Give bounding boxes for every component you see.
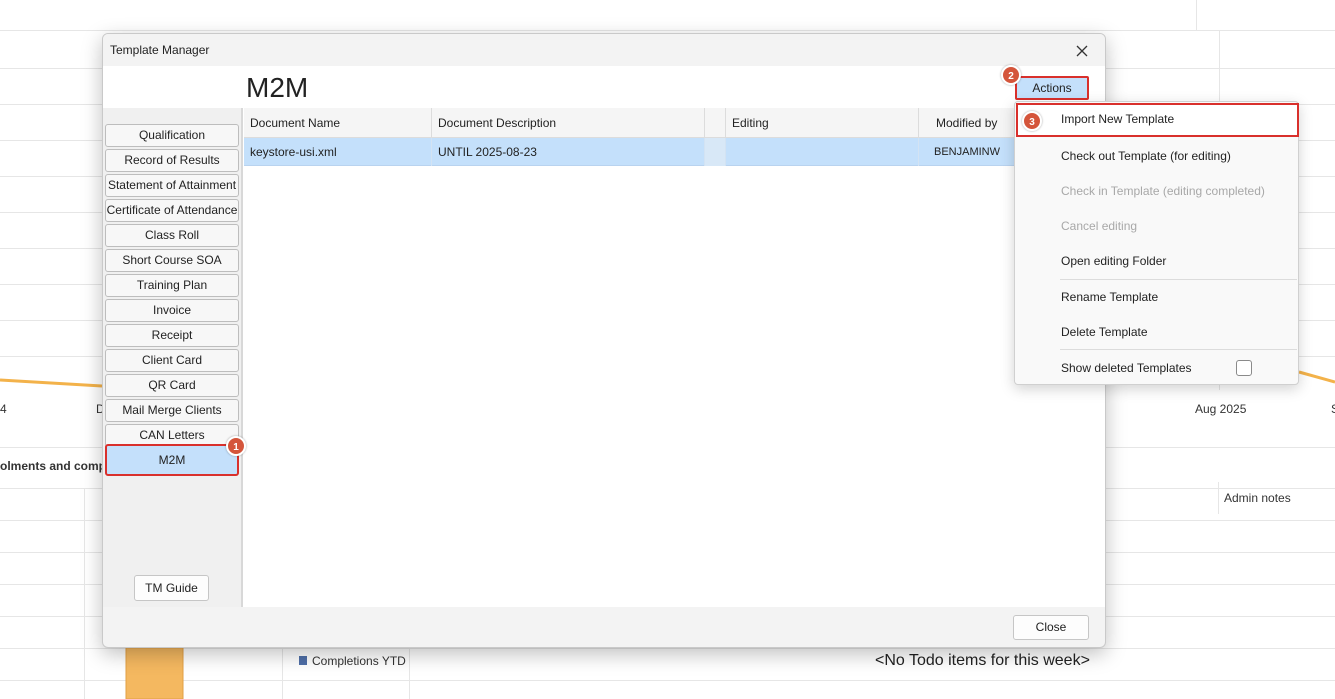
- menu-cancel-editing[interactable]: Cancel editing: [1016, 210, 1299, 242]
- category-m2m[interactable]: M2M: [105, 444, 239, 476]
- legend-completions: Completions YTD: [312, 654, 406, 668]
- category-invoice[interactable]: Invoice: [105, 299, 239, 322]
- step-badge-1: 1: [226, 436, 246, 456]
- menu-delete-template[interactable]: Delete Template: [1016, 316, 1299, 348]
- page-title: M2M: [246, 72, 309, 103]
- close-icon[interactable]: [1069, 40, 1095, 62]
- admin-notes-header: Admin notes: [1224, 491, 1291, 505]
- actions-menu: Import New Template Check out Template (…: [1014, 101, 1299, 385]
- legend-completions-swatch: [299, 656, 307, 665]
- menu-check-out-template[interactable]: Check out Template (for editing): [1016, 140, 1299, 172]
- cell-document-name: keystore-usi.xml: [244, 138, 432, 166]
- cell-document-description: UNTIL 2025-08-23: [432, 138, 705, 166]
- actions-button[interactable]: Actions: [1015, 76, 1089, 100]
- todo-empty-message: <No Todo items for this week>: [875, 652, 1090, 669]
- table-row[interactable]: keystore-usi.xml UNTIL 2025-08-23 BENJAM…: [244, 138, 1105, 166]
- dialog-titlebar: Template Manager: [103, 34, 1105, 66]
- trend-line-right: [1298, 370, 1335, 384]
- category-short-course-soa[interactable]: Short Course SOA: [105, 249, 239, 272]
- menu-import-new-template[interactable]: Import New Template: [1016, 103, 1299, 137]
- menu-check-in-template[interactable]: Check in Template (editing completed): [1016, 175, 1299, 207]
- enrolments-bar: [125, 647, 184, 699]
- category-class-roll[interactable]: Class Roll: [105, 224, 239, 247]
- templates-table: Document Name Document Description Editi…: [244, 108, 1105, 607]
- dialog-content: M2M Qualification Record of Results Stat…: [103, 66, 1105, 607]
- step-badge-3: 3: [1022, 111, 1042, 131]
- category-training-plan[interactable]: Training Plan: [105, 274, 239, 297]
- category-record-of-results[interactable]: Record of Results: [105, 149, 239, 172]
- trend-line-left: [0, 378, 103, 388]
- menu-separator: [1060, 349, 1297, 350]
- dialog-title: Template Manager: [110, 43, 210, 57]
- category-qr-card[interactable]: QR Card: [105, 374, 239, 397]
- menu-show-deleted-templates[interactable]: Show deleted Templates: [1016, 352, 1299, 384]
- column-editing[interactable]: Editing: [726, 108, 919, 138]
- section-title: olments and comp: [0, 459, 107, 473]
- category-certificate-of-attendance[interactable]: Certificate of Attendance: [105, 199, 239, 222]
- category-qualification[interactable]: Qualification: [105, 124, 239, 147]
- category-mail-merge-clients[interactable]: Mail Merge Clients: [105, 399, 239, 422]
- category-client-card[interactable]: Client Card: [105, 349, 239, 372]
- cell-editing: [726, 138, 919, 166]
- tm-guide-button[interactable]: TM Guide: [134, 575, 209, 601]
- table-header: Document Name Document Description Editi…: [244, 108, 1105, 138]
- show-deleted-checkbox[interactable]: [1236, 360, 1252, 376]
- column-blank[interactable]: [705, 108, 726, 138]
- step-badge-2: 2: [1001, 65, 1021, 85]
- menu-separator: [1060, 279, 1297, 280]
- template-manager-dialog: Template Manager M2M Qualification Recor…: [102, 33, 1106, 648]
- category-statement-of-attainment[interactable]: Statement of Attainment: [105, 174, 239, 197]
- cell-blank: [705, 138, 726, 166]
- axis-label: S: [1331, 402, 1335, 416]
- axis-label: 4: [0, 402, 7, 416]
- axis-label: Aug 2025: [1195, 402, 1247, 416]
- menu-rename-template[interactable]: Rename Template: [1016, 281, 1299, 313]
- menu-open-editing-folder[interactable]: Open editing Folder: [1016, 245, 1299, 277]
- close-button[interactable]: Close: [1013, 615, 1089, 640]
- category-sidebar: Qualification Record of Results Statemen…: [103, 108, 243, 607]
- category-receipt[interactable]: Receipt: [105, 324, 239, 347]
- column-document-description[interactable]: Document Description: [432, 108, 705, 138]
- column-document-name[interactable]: Document Name: [244, 108, 432, 138]
